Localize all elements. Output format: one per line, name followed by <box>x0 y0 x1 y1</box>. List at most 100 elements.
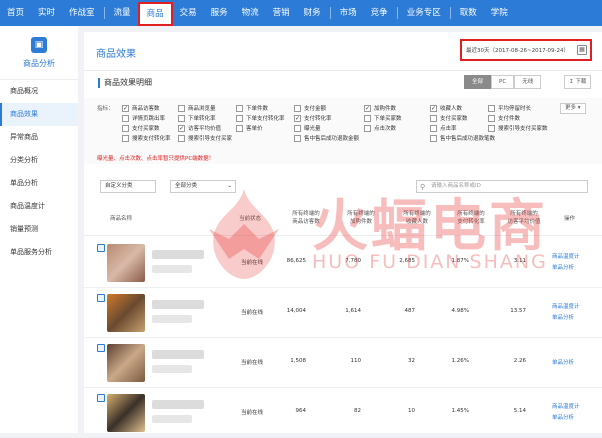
metric-checkbox[interactable]: 支付买家数 <box>430 114 468 122</box>
sidebar-item-abnormal[interactable]: 异常商品 <box>0 126 78 149</box>
th-cart[interactable]: 所有终端的 加购件数 <box>341 210 381 226</box>
metric-checkbox[interactable]: 支付金额 <box>294 104 326 112</box>
metric-checkbox[interactable]: 搜索支付转化率 <box>122 134 171 142</box>
sidebar-item-thermometer[interactable]: 商品温度计 <box>0 195 78 218</box>
sidebar-item-single[interactable]: 单品分析 <box>0 172 78 195</box>
product-thumbnail[interactable] <box>107 344 145 382</box>
th-favorites[interactable]: 所有终端的 收藏人数 <box>397 210 437 226</box>
product-tag-icon <box>97 244 105 252</box>
nav-academy[interactable]: 学院 <box>484 0 515 26</box>
metric-checkbox-label: 访客平均价值 <box>188 126 222 132</box>
nav-product[interactable]: 商品 <box>137 1 173 26</box>
metric-checkbox[interactable]: 点击率 <box>430 124 457 132</box>
sidebar-item-forecast[interactable]: 销量预测 <box>0 218 78 241</box>
metric-checkbox[interactable]: 下单件数 <box>236 104 268 112</box>
action-link[interactable]: 单品分析 <box>552 358 574 366</box>
value-cell-c5: 13.57 <box>510 308 526 314</box>
th-line: 所有终端的 <box>510 211 538 217</box>
metric-checkbox[interactable]: 搜索引导支付买家 <box>178 134 232 142</box>
nav-business-zone[interactable]: 业务专区 <box>400 0 448 26</box>
table-row[interactable]: 当前在线 86,625 7,780 2,685 1.87% 3.11 商品温度计 单品分析 <box>84 238 602 288</box>
product-id-blurred <box>152 315 192 323</box>
metric-checkbox[interactable]: 售中售后成功退款金额 <box>294 134 359 142</box>
metric-checkbox[interactable]: ✓ 支付转化率 <box>294 114 332 122</box>
product-thumbnail[interactable] <box>107 244 145 282</box>
tab-pc[interactable]: PC <box>491 75 515 89</box>
all-category-select[interactable]: 全部分类 ⌄ <box>170 180 236 193</box>
sidebar-item-category[interactable]: 分类分析 <box>0 149 78 172</box>
metric-checkbox[interactable]: ✓ 商品访客数 <box>122 104 160 112</box>
checkbox-checked-icon: ✓ <box>430 104 437 112</box>
product-name-blurred[interactable] <box>152 350 204 359</box>
action-link[interactable]: 单品分析 <box>552 263 574 271</box>
action-link[interactable]: 单品分析 <box>552 313 574 321</box>
tab-all[interactable]: 全部 <box>464 75 492 89</box>
th-conversion[interactable]: 所有终端的 支付转化率 <box>451 210 491 226</box>
product-id-blurred <box>152 365 192 373</box>
metric-checkbox[interactable]: 下单买家数 <box>364 114 402 122</box>
product-name-blurred[interactable] <box>152 300 204 309</box>
action-link[interactable]: 商品温度计 <box>552 252 580 260</box>
nav-logistics[interactable]: 物流 <box>235 0 266 26</box>
value-cell-c1: 1,508 <box>290 358 306 364</box>
metric-checkbox[interactable]: 平均停留时长 <box>488 104 531 112</box>
metric-checkbox-label: 点击次数 <box>374 126 397 132</box>
action-link[interactable]: 商品温度计 <box>552 302 580 310</box>
metric-checkbox[interactable]: ✓ 收藏人数 <box>430 104 462 112</box>
metric-checkbox[interactable]: 客单价 <box>236 124 263 132</box>
metric-checkbox[interactable]: 搜索引导支付买家数 <box>488 124 548 132</box>
product-name-blurred[interactable] <box>152 400 204 409</box>
metric-checkbox[interactable]: 支付买家数 <box>122 124 160 132</box>
checkbox-empty-icon <box>294 134 301 142</box>
nav-war-room[interactable]: 作战室 <box>62 0 102 26</box>
table-row[interactable]: 当前在线 14,004 1,614 487 4.98% 13.57 商品温度计 单品分析 <box>84 288 602 338</box>
th-line: 支付转化率 <box>457 219 485 225</box>
search-input[interactable]: ⚲ 请输入商品名称或ID <box>416 180 588 193</box>
download-button[interactable]: ↧ 下载 <box>564 75 592 89</box>
metric-checkbox-label: 售中售后成功退款笔数 <box>440 136 496 142</box>
nav-home[interactable]: 首页 <box>0 0 31 26</box>
product-id-blurred <box>152 265 192 273</box>
nav-marketing[interactable]: 营销 <box>266 0 297 26</box>
checkbox-empty-icon <box>236 104 243 112</box>
nav-traffic[interactable]: 流量 <box>107 0 138 26</box>
nav-trade[interactable]: 交易 <box>173 0 204 26</box>
checkbox-empty-icon <box>236 114 243 122</box>
more-button[interactable]: 更多 ▾ <box>560 103 586 114</box>
nav-realtime[interactable]: 实时 <box>31 0 62 26</box>
nav-fetch-data[interactable]: 取数 <box>453 0 484 26</box>
sidebar-item-effect[interactable]: 商品效果 <box>0 103 78 126</box>
nav-competition[interactable]: 竞争 <box>364 0 395 26</box>
checkbox-empty-icon <box>488 104 495 112</box>
action-link[interactable]: 单品分析 <box>552 413 574 421</box>
th-visitor-value[interactable]: 所有终端的 访客平均价值 <box>502 210 546 226</box>
product-thumbnail[interactable] <box>107 294 145 332</box>
sidebar-item-service[interactable]: 单品服务分析 <box>0 241 78 264</box>
checkbox-empty-icon <box>488 124 495 132</box>
nav-service[interactable]: 服务 <box>204 0 235 26</box>
table-row[interactable]: 当前在线 1,508 110 32 1.26% 2.26 单品分析 <box>84 338 602 388</box>
nav-market[interactable]: 市场 <box>333 0 364 26</box>
calendar-icon[interactable]: ▦ <box>577 45 587 55</box>
th-visitors[interactable]: 所有终端的 商品访客数 <box>286 210 326 226</box>
metric-checkbox[interactable]: 下单支付转化率 <box>236 114 285 122</box>
metric-checkbox-label: 下单买家数 <box>374 116 402 122</box>
table-row[interactable]: 当前在线 964 82 10 1.45% 5.14 商品温度计 单品分析 <box>84 388 602 438</box>
metric-checkbox[interactable]: ✓ 加购件数 <box>364 104 396 112</box>
action-link[interactable]: 商品温度计 <box>552 402 580 410</box>
custom-category-select[interactable]: 自定义分类 <box>100 180 156 193</box>
metric-checkbox[interactable]: 下单转化率 <box>178 114 216 122</box>
metric-checkbox[interactable]: 商品浏览量 <box>178 104 216 112</box>
metric-checkbox[interactable]: 支付件数 <box>488 114 520 122</box>
tab-wireless[interactable]: 无线 <box>514 75 542 89</box>
metric-checkbox[interactable]: 售中售后成功退款笔数 <box>430 134 495 142</box>
sidebar-item-overview[interactable]: 商品概况 <box>0 80 78 103</box>
date-range-picker[interactable]: 最近30天（2017-08-26~2017-09-24） ▦ <box>460 39 592 61</box>
nav-finance[interactable]: 财务 <box>297 0 328 26</box>
product-thumbnail[interactable] <box>107 394 145 432</box>
metric-checkbox[interactable]: 曝光量 <box>294 124 321 132</box>
metric-checkbox[interactable]: 点击次数 <box>364 124 396 132</box>
metric-checkbox[interactable]: ✓ 访客平均价值 <box>178 124 221 132</box>
metric-checkbox[interactable]: 详情页跳出率 <box>122 114 165 122</box>
product-name-blurred[interactable] <box>152 250 204 259</box>
